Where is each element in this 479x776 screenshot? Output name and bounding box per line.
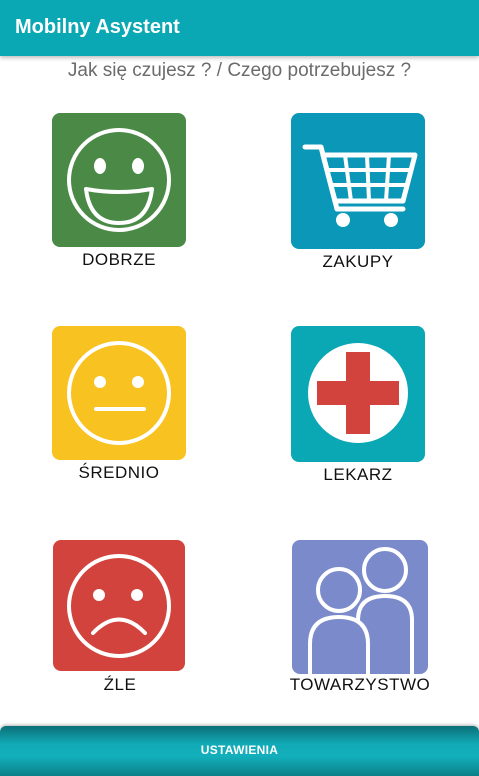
settings-button-label: USTAWIENIA <box>200 743 279 757</box>
tile-label-srednio: ŚREDNIO <box>78 463 160 482</box>
tile-lekarz[interactable]: LEKARZ <box>283 326 433 501</box>
prompt-text: Jak się czujesz ? / Czego potrzebujesz ? <box>67 60 412 81</box>
tile-zle[interactable]: ŹLE <box>45 540 195 715</box>
tile-label-dobrze: DOBRZE <box>82 250 156 269</box>
shopping-cart-icon <box>291 113 425 249</box>
app-title: Mobilny Asystent <box>15 16 180 38</box>
tile-label-zle: ŹLE <box>103 675 137 694</box>
app-bar: Mobilny Asystent <box>0 0 479 56</box>
tile-label-zakupy: ZAKUPY <box>322 252 394 271</box>
settings-button[interactable]: USTAWIENIA <box>0 726 479 776</box>
people-icon <box>292 540 428 674</box>
neutral-face-icon <box>52 326 186 460</box>
tile-srednio[interactable]: ŚREDNIO <box>44 326 194 501</box>
happy-face-icon <box>52 113 186 247</box>
tile-label-lekarz: LEKARZ <box>323 465 393 484</box>
sad-face-icon <box>53 540 185 671</box>
tile-zakupy[interactable]: ZAKUPY <box>283 113 433 288</box>
tile-towarzystwo[interactable]: TOWARZYSTWO <box>284 540 434 715</box>
tile-label-towarzystwo: TOWARZYSTWO <box>289 675 431 694</box>
tile-dobrze[interactable]: DOBRZE <box>44 113 194 288</box>
medical-cross-icon <box>291 326 425 462</box>
